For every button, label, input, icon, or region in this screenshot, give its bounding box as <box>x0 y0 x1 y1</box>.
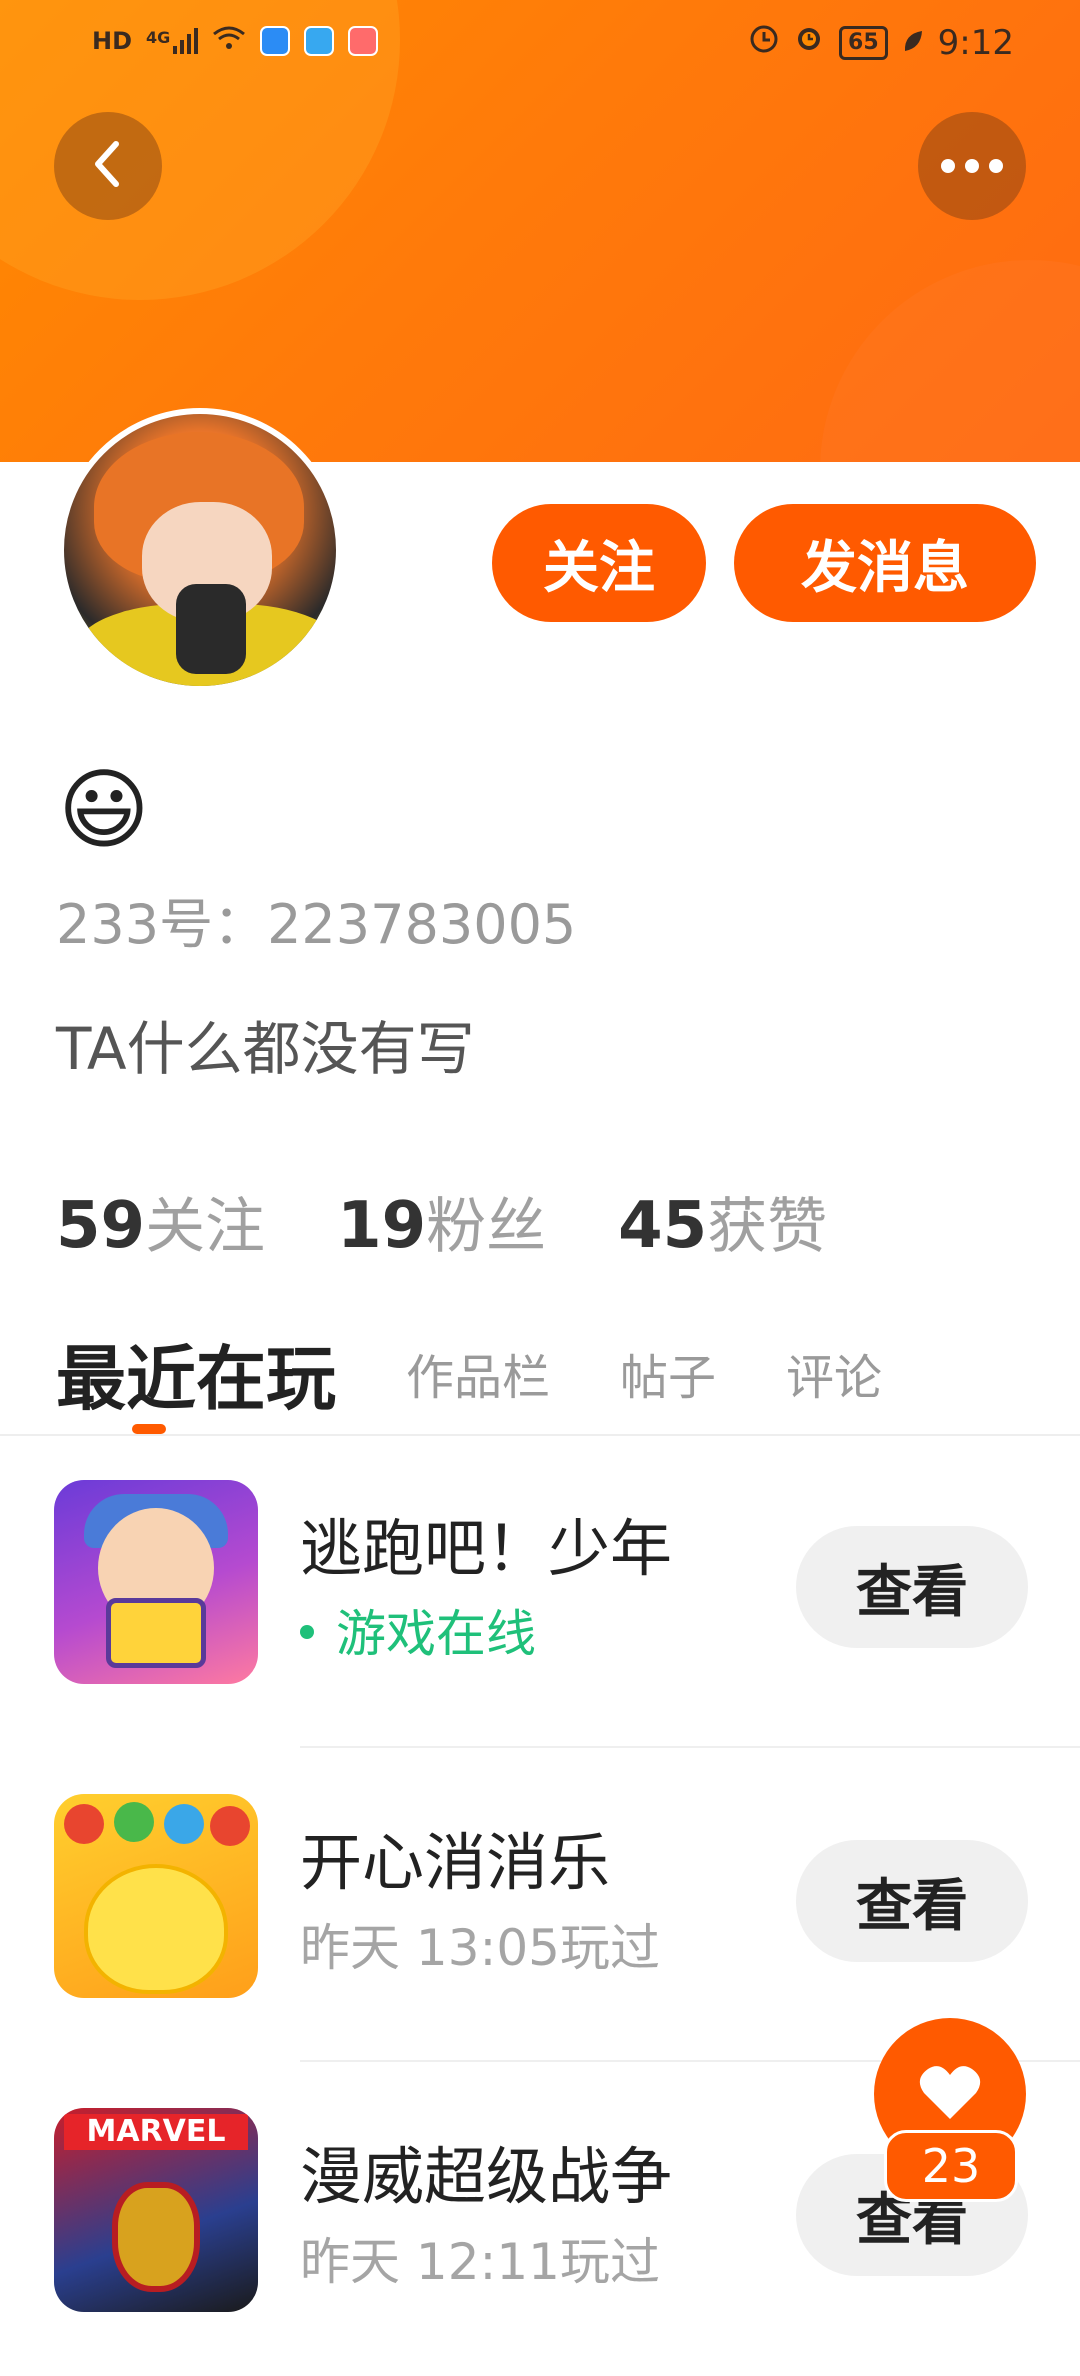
more-dots-icon <box>941 159 1003 173</box>
profile-stats: 59关注 19粉丝 45获赞 <box>56 1178 827 1265</box>
list-item[interactable]: 开心消消乐 昨天 13:05玩过 查看 <box>0 1750 1080 2062</box>
heart-icon <box>918 2063 982 2125</box>
more-options-button[interactable] <box>918 112 1026 220</box>
avatar[interactable] <box>58 408 342 692</box>
active-tab-indicator <box>132 1424 166 1434</box>
stat-label: 关注 <box>145 1192 266 1262</box>
wifi-icon <box>212 24 246 58</box>
app-notification-icon <box>260 26 291 56</box>
view-button[interactable]: 查看 <box>796 1526 1028 1648</box>
hd-indicator: HD <box>92 27 133 55</box>
game-name: 开心消消乐 <box>300 1826 611 1899</box>
view-button[interactable]: 查看 <box>796 1840 1028 1962</box>
app-notification-icon <box>348 26 379 56</box>
alarm-icon <box>793 22 825 63</box>
game-name: 逃跑吧！少年 <box>300 1512 673 1585</box>
list-item[interactable]: 逃跑吧！少年 游戏在线 查看 <box>0 1436 1080 1748</box>
divider <box>300 1746 1080 1748</box>
stat-label: 获赞 <box>707 1192 828 1262</box>
escape-game-icon <box>54 1480 258 1684</box>
tab-posts[interactable]: 帖子 <box>620 1338 716 1408</box>
signal-icon: 4G <box>146 28 199 54</box>
tab-works[interactable]: 作品栏 <box>406 1338 550 1408</box>
leaf-icon <box>902 23 924 63</box>
stat-value: 19 <box>337 1189 427 1263</box>
app-notification-icon <box>304 26 335 56</box>
stat-following[interactable]: 59关注 <box>56 1178 265 1265</box>
stat-likes[interactable]: 45获赞 <box>618 1178 827 1265</box>
follow-button[interactable]: 关注 <box>492 504 706 622</box>
data-saver-icon <box>749 23 779 63</box>
tab-recently-played[interactable]: 最近在玩 <box>56 1323 336 1424</box>
send-message-button[interactable]: 发消息 <box>734 504 1036 622</box>
marvel-super-war-icon: MARVEL <box>54 2108 258 2312</box>
header-decoration <box>820 260 1080 462</box>
stat-label: 粉丝 <box>426 1192 547 1262</box>
user-bio: TA什么都没有写 <box>56 1015 475 1083</box>
chevron-left-icon <box>88 138 128 194</box>
game-status: 昨天 12:11玩过 <box>300 2233 660 2291</box>
tab-comments[interactable]: 评论 <box>786 1338 882 1408</box>
like-count-badge: 23 <box>884 2130 1018 2202</box>
happy-match-game-icon <box>54 1794 258 1998</box>
stat-value: 45 <box>618 1189 708 1263</box>
back-button[interactable] <box>54 112 162 220</box>
game-name: 漫威超级战争 <box>300 2140 673 2213</box>
user-id: 233号：223783005 <box>56 893 577 956</box>
stat-value: 59 <box>56 1189 146 1263</box>
stat-fans[interactable]: 19粉丝 <box>337 1178 546 1265</box>
clock-time: 9:12 <box>937 22 1014 63</box>
online-dot-icon <box>300 1624 314 1639</box>
status-bar: HD 4G 65 9:12 <box>0 0 1080 84</box>
game-status: 昨天 13:05玩过 <box>300 1919 660 1977</box>
battery-indicator: 65 <box>839 25 888 60</box>
game-status: 游戏在线 <box>300 1594 536 1666</box>
username-emoji: 😃 <box>58 758 150 861</box>
profile-tabs: 最近在玩 作品栏 帖子 评论 <box>56 1318 952 1428</box>
